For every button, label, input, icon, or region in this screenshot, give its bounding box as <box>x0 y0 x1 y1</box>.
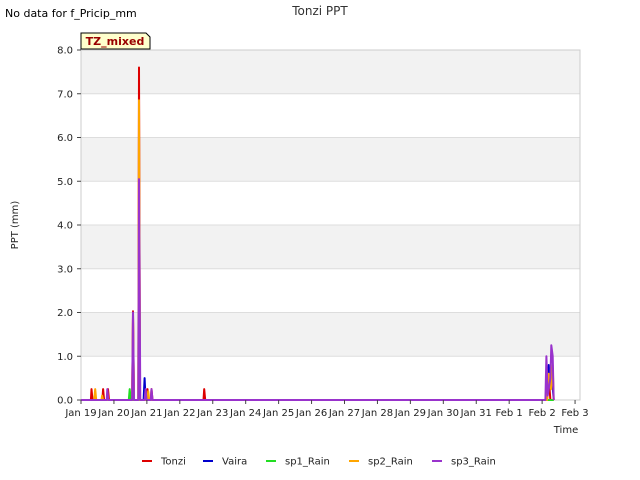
y-axis-ticks: 0.0 1.0 2.0 3.0 4.0 5.0 6.0 7.0 8.0 <box>57 46 81 407</box>
x-tick-label: Jan 24 <box>229 408 261 419</box>
y-tick-label: 8.0 <box>57 46 73 57</box>
y-tick-label: 2.0 <box>57 308 73 319</box>
y-tick-label: 1.0 <box>57 352 73 363</box>
chart-title: Tonzi PPT <box>291 4 348 18</box>
x-tick-label: Jan 20 <box>97 408 129 419</box>
site-badge: TZ_mixed <box>80 32 151 50</box>
x-tick-label: Jan 28 <box>361 408 393 419</box>
x-tick-label: Jan 21 <box>130 408 162 419</box>
plot-band <box>81 356 580 400</box>
plot-band <box>81 93 580 138</box>
y-tick-label: 4.0 <box>57 221 73 232</box>
legend-label: sp3_Rain <box>451 457 496 468</box>
legend: Tonzi Vaira sp1_Rain sp2_Rain sp3_Rain <box>142 457 496 468</box>
y-tick-label: 6.0 <box>57 133 73 144</box>
x-tick-label: Jan 31 <box>460 408 492 419</box>
plot-band <box>81 50 580 94</box>
plot-band <box>81 312 580 357</box>
legend-label: sp1_Rain <box>285 457 330 468</box>
x-tick-label: Jan 23 <box>196 408 228 419</box>
plot-band <box>81 268 580 313</box>
y-tick-label: 3.0 <box>57 264 73 275</box>
x-tick-label: Jan 30 <box>427 408 459 419</box>
legend-label: Tonzi <box>160 457 186 468</box>
y-tick-label: 0.0 <box>57 396 73 407</box>
x-axis-ticks: Jan 19 Jan 20 Jan 21 Jan 22 Jan 23 Jan 24 Jan … <box>64 400 589 419</box>
x-tick-label: Jan 26 <box>295 408 327 419</box>
y-tick-label: 7.0 <box>57 89 73 100</box>
ppt-chart: Tonzi PPT 0.0 1.0 2.0 3.0 4.0 5.0 6.0 7.0 8.0 Ja… <box>10 4 589 468</box>
x-tick-label: Jan 27 <box>328 408 360 419</box>
x-tick-label: Feb 2 <box>528 408 555 419</box>
plot-band <box>81 181 580 225</box>
x-tick-label: Jan 19 <box>64 408 96 419</box>
legend-label: Vaira <box>222 457 247 468</box>
y-tick-label: 5.0 <box>57 177 73 188</box>
plot-band <box>81 137 580 182</box>
plot-band <box>81 225 580 269</box>
x-axis-label: Time <box>553 425 578 436</box>
x-tick-label: Jan 25 <box>262 408 294 419</box>
site-badge-label: TZ_mixed <box>86 35 145 48</box>
x-tick-label: Feb 1 <box>496 408 523 419</box>
x-tick-label: Feb 3 <box>561 408 588 419</box>
legend-label: sp2_Rain <box>368 457 413 468</box>
x-tick-label: Jan 22 <box>163 408 195 419</box>
y-axis-label: PPT (mm) <box>10 201 21 250</box>
x-tick-label: Jan 29 <box>394 408 426 419</box>
